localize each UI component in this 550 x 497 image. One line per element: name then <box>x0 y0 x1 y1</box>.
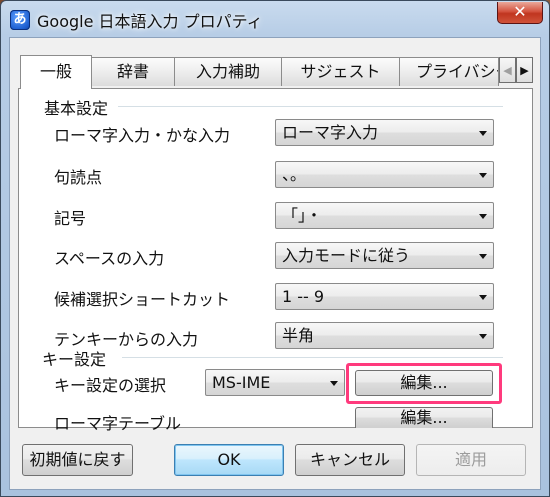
keymap-edit-button[interactable]: 編集... <box>355 370 493 396</box>
apply-button[interactable]: 適用 <box>416 444 526 476</box>
keymap-value: MS-IME <box>212 373 271 392</box>
keymap-label: キー設定の選択 <box>54 376 167 395</box>
romaji-kana-label: ローマ字入力・かな入力 <box>54 126 231 145</box>
tab-scroll-buttons: ◀ ▶ <box>499 57 533 83</box>
punctuation-value: 、。 <box>282 165 307 184</box>
space-input-value: 入力モードに従う <box>282 246 411 265</box>
window-title: Google 日本語入力 プロパティ <box>37 12 263 31</box>
romaji-kana-select[interactable]: ローマ字入力 <box>275 119 494 146</box>
chevron-down-icon <box>479 214 487 219</box>
numpad-input-value: 半角 <box>282 326 315 345</box>
google-japanese-input-app-icon: あ <box>10 10 30 30</box>
arrow-right-icon: ▶ <box>520 63 529 77</box>
chevron-down-icon <box>479 334 487 339</box>
chevron-down-icon <box>479 131 487 136</box>
tab-dictionary[interactable]: 辞書 <box>91 57 175 86</box>
candidate-shortcut-label: 候補選択ショートカット <box>54 290 231 309</box>
arrow-left-icon: ◀ <box>503 63 512 77</box>
tab-general[interactable]: 一般 <box>20 55 92 89</box>
tab-scroll-right-button[interactable]: ▶ <box>516 57 533 83</box>
punctuation-select[interactable]: 、。 <box>275 161 494 188</box>
tab-privacy[interactable]: プライバシー <box>399 57 499 86</box>
romaji-kana-value: ローマ字入力 <box>282 123 379 142</box>
candidate-shortcut-select[interactable]: 1 -- 9 <box>275 283 494 310</box>
close-button[interactable]: ✕ <box>497 2 543 24</box>
basic-settings-title: 基本設定 <box>44 95 113 119</box>
chevron-down-icon <box>330 381 338 386</box>
symbol-value: 「」・ <box>282 206 323 225</box>
numpad-input-select[interactable]: 半角 <box>275 322 494 349</box>
chevron-down-icon <box>479 173 487 178</box>
key-settings-title: キー設定 <box>42 346 111 370</box>
space-input-label: スペースの入力 <box>54 249 165 268</box>
symbol-label: 記号 <box>54 209 87 228</box>
ok-button[interactable]: OK <box>174 444 284 476</box>
symbol-select[interactable]: 「」・ <box>275 202 494 229</box>
reset-defaults-button[interactable]: 初期値に戻す <box>22 444 133 476</box>
romaji-table-label: ローマ字テーブル <box>54 414 182 433</box>
title-bar[interactable]: あ Google 日本語入力 プロパティ ✕ <box>1 1 549 37</box>
tab-scroll-left-button[interactable]: ◀ <box>499 57 516 83</box>
group-separator <box>122 357 503 358</box>
chevron-down-icon <box>479 295 487 300</box>
close-icon: ✕ <box>513 2 527 21</box>
tab-strip: 一般 辞書 入力補助 サジェスト プライバシー <box>14 55 539 89</box>
group-separator <box>118 106 503 107</box>
space-input-select[interactable]: 入力モードに従う <box>275 242 494 269</box>
romaji-table-edit-button[interactable]: 編集... <box>355 407 493 428</box>
candidate-shortcut-value: 1 -- 9 <box>282 287 325 306</box>
chevron-down-icon <box>479 254 487 259</box>
tab-input-assist[interactable]: 入力補助 <box>174 57 282 86</box>
cancel-button[interactable]: キャンセル <box>295 444 405 476</box>
tab-suggest[interactable]: サジェスト <box>281 57 400 86</box>
keymap-select[interactable]: MS-IME <box>205 369 345 396</box>
punctuation-label: 句読点 <box>54 168 103 187</box>
